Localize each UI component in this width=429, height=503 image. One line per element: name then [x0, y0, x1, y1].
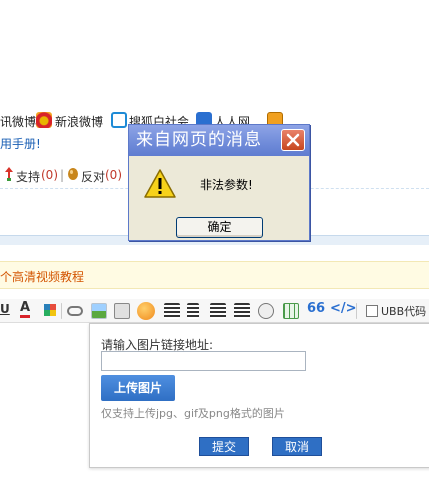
- submit-button[interactable]: 提交: [199, 437, 249, 456]
- egg-icon: [68, 168, 78, 180]
- code-icon[interactable]: </>: [330, 301, 357, 316]
- ubb-checkbox[interactable]: [366, 305, 378, 317]
- eraser-icon[interactable]: [258, 303, 274, 319]
- thumb-up-icon: [5, 167, 13, 181]
- font-color-icon[interactable]: A: [20, 301, 31, 318]
- link-icon[interactable]: [67, 306, 83, 316]
- indent-icon[interactable]: [210, 303, 226, 319]
- oppose-button[interactable]: 反对: [81, 168, 105, 185]
- quote-icon[interactable]: 66: [307, 301, 325, 316]
- alert-dialog: 来自网页的消息 非法参数! 确定: [128, 124, 310, 241]
- upload-format-note: 仅支持上传jpg、gif及png格式的图片: [101, 407, 285, 420]
- dialog-ok-button[interactable]: 确定: [176, 217, 263, 238]
- vote-divider: |: [60, 168, 65, 182]
- oppose-count: (0): [105, 168, 122, 182]
- insert-image-popup: 请输入图片链接地址: 上传图片 仅支持上传jpg、gif及png格式的图片 提交…: [89, 323, 429, 468]
- dialog-message: 非法参数!: [200, 178, 253, 192]
- upload-image-button[interactable]: 上传图片: [101, 375, 175, 401]
- cancel-button[interactable]: 取消: [272, 437, 322, 456]
- table-icon[interactable]: [283, 303, 299, 319]
- image-icon[interactable]: [91, 303, 107, 319]
- share-tencent-weibo-link[interactable]: 讯微博: [0, 113, 36, 130]
- color-grid-icon[interactable]: [44, 304, 56, 316]
- ubb-code-toggle[interactable]: UBB代码: [366, 303, 426, 319]
- dialog-close-button[interactable]: [281, 129, 305, 151]
- toolbar-separator: [356, 303, 357, 319]
- share-sina-weibo-link[interactable]: 新浪微博: [55, 113, 103, 130]
- outdent-icon[interactable]: [234, 303, 250, 319]
- close-icon: [286, 133, 300, 147]
- sohu-bai-icon: [111, 112, 127, 128]
- emoji-icon[interactable]: [137, 302, 155, 320]
- user-manual-link[interactable]: 用手册!: [0, 135, 41, 152]
- ubb-code-label: UBB代码: [381, 305, 427, 318]
- warning-icon: [144, 169, 176, 198]
- tutorial-link[interactable]: 个高清视频教程: [0, 268, 84, 285]
- underline-icon[interactable]: U: [0, 302, 10, 316]
- support-button[interactable]: 支持: [16, 168, 40, 185]
- page: 讯微博 新浪微博 搜狐白社会 人人网 用手册! 支持 (0) | 反对 (0) …: [0, 0, 429, 503]
- sina-weibo-icon: [36, 112, 52, 128]
- toolbar-separator: [61, 303, 62, 319]
- align-icon[interactable]: [164, 303, 180, 319]
- video-icon[interactable]: [114, 303, 130, 319]
- list-icon[interactable]: [187, 303, 199, 319]
- editor-toolbar: U A 66 </> UBB代码: [0, 299, 429, 323]
- support-count: (0): [41, 168, 58, 182]
- tutorial-banner: 个高清视频教程: [0, 261, 429, 289]
- image-url-input[interactable]: [101, 351, 306, 371]
